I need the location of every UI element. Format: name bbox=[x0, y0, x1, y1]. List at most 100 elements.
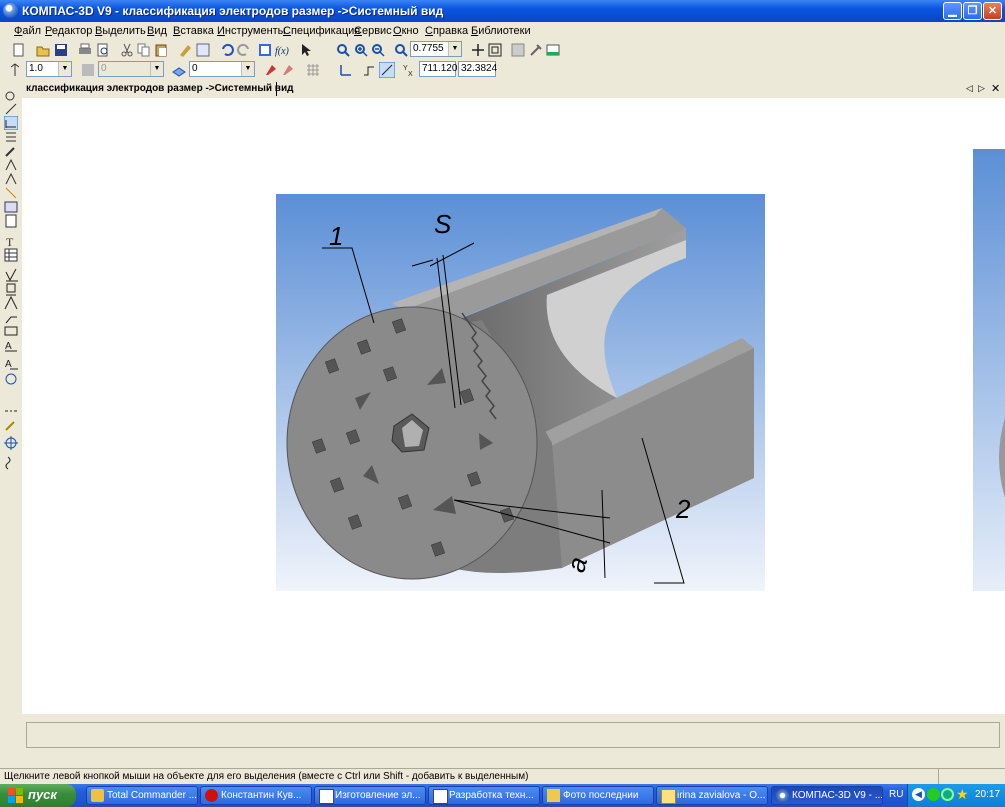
table-icon[interactable] bbox=[4, 248, 18, 262]
wave-line-icon[interactable] bbox=[4, 456, 18, 470]
menu-insert[interactable]: Вставка bbox=[173, 25, 214, 37]
print-icon[interactable] bbox=[78, 43, 92, 57]
panel-icon[interactable] bbox=[546, 43, 560, 57]
properties-icon[interactable] bbox=[178, 43, 192, 57]
taskbar-item-doc1[interactable]: Изготовление эл... bbox=[314, 786, 426, 805]
redo-icon[interactable] bbox=[237, 43, 251, 57]
snap-magnet-icon[interactable] bbox=[264, 63, 278, 77]
zoom-in-icon[interactable] bbox=[336, 43, 350, 57]
step-field[interactable]: 1.0 ▼ bbox=[26, 61, 72, 77]
minimize-button[interactable]: ▁ bbox=[943, 2, 962, 20]
snap-local-icon[interactable] bbox=[281, 63, 295, 77]
taskbar-item-total-commander[interactable]: Total Commander ... bbox=[86, 786, 198, 805]
grid-icon[interactable] bbox=[306, 63, 320, 77]
layer-field[interactable]: 0 ▼ bbox=[189, 61, 255, 77]
kompas-app-icon[interactable] bbox=[3, 3, 18, 18]
taskbar-item-mail[interactable]: irina zavialova - О... bbox=[656, 786, 768, 805]
zoom-scale-icon[interactable] bbox=[394, 43, 408, 57]
print-preview-icon[interactable] bbox=[96, 43, 110, 57]
parametrization-icon[interactable] bbox=[4, 158, 18, 172]
help-pointer-icon[interactable] bbox=[300, 43, 314, 57]
tab-scroll-left-icon[interactable]: ◁ bbox=[966, 83, 973, 94]
menu-specification[interactable]: Спецификация bbox=[283, 25, 360, 37]
manager-icon[interactable] bbox=[258, 43, 272, 57]
spec-icon[interactable] bbox=[4, 200, 18, 214]
taskbar-item-opera[interactable]: Константин Кув... bbox=[200, 786, 312, 805]
paste-icon[interactable] bbox=[154, 43, 168, 57]
position-leader-icon[interactable] bbox=[4, 310, 18, 324]
grid-view-icon[interactable] bbox=[511, 43, 525, 57]
properties-strip[interactable] bbox=[26, 722, 1000, 748]
tolerance-icon[interactable] bbox=[4, 324, 18, 338]
undo-icon[interactable] bbox=[220, 43, 234, 57]
maximize-button[interactable]: ❐ bbox=[963, 2, 982, 20]
local-cs-icon[interactable] bbox=[338, 63, 352, 77]
menu-tools[interactable]: Инструменты bbox=[217, 25, 286, 37]
chevron-down-icon[interactable]: ▼ bbox=[448, 42, 461, 56]
tab-close-icon[interactable]: ✕ bbox=[991, 82, 1000, 95]
open-folder-icon[interactable] bbox=[36, 43, 50, 57]
dimensions-icon[interactable] bbox=[4, 116, 18, 130]
axis-icon[interactable] bbox=[4, 404, 18, 418]
selection-icon[interactable] bbox=[4, 186, 18, 200]
document-tab[interactable]: классификация электродов размер ->Систем… bbox=[26, 83, 293, 94]
save-icon[interactable] bbox=[54, 43, 68, 57]
menu-select[interactable]: Выделить bbox=[95, 25, 146, 37]
ortho-icon[interactable] bbox=[362, 63, 376, 77]
tray-star-icon[interactable]: ★ bbox=[956, 786, 969, 803]
copy-icon[interactable] bbox=[137, 43, 151, 57]
menu-window[interactable]: Окно bbox=[393, 25, 419, 37]
step-icon[interactable] bbox=[8, 63, 22, 77]
cut-line-icon[interactable] bbox=[4, 372, 18, 386]
language-indicator[interactable]: RU bbox=[889, 789, 903, 800]
taskbar-item-folder[interactable]: Фото последнии bbox=[542, 786, 654, 805]
tools-icon[interactable] bbox=[529, 43, 543, 57]
edit-icon[interactable] bbox=[4, 144, 18, 158]
layer-icon[interactable] bbox=[172, 63, 186, 77]
text-align-icon[interactable]: A bbox=[4, 338, 18, 352]
point-icon[interactable] bbox=[4, 102, 18, 116]
view-arrow-icon[interactable] bbox=[4, 418, 18, 432]
menu-service[interactable]: Сервис bbox=[354, 25, 392, 37]
taskbar-item-doc2[interactable]: Разработка техн... bbox=[428, 786, 540, 805]
geometry-icon[interactable] bbox=[4, 88, 18, 102]
chevron-down-icon[interactable]: ▼ bbox=[58, 62, 71, 76]
chevron-down-icon[interactable]: ▼ bbox=[241, 62, 254, 76]
coord-y-field[interactable]: 32.3824 bbox=[458, 61, 497, 77]
roughness-icon[interactable] bbox=[4, 268, 18, 282]
coord-x-field[interactable]: 711.120 bbox=[419, 61, 457, 77]
menu-file[interactable]: Файл bbox=[14, 25, 41, 37]
drawing-canvas[interactable]: 1 S 2 a bbox=[22, 98, 1005, 714]
text-style-icon[interactable]: A bbox=[4, 356, 18, 370]
tray-network-icon[interactable] bbox=[941, 788, 954, 801]
tray-app-icon[interactable] bbox=[927, 788, 940, 801]
tree-icon[interactable] bbox=[196, 43, 210, 57]
function-icon[interactable]: f(x) bbox=[275, 43, 289, 57]
chevron-down-icon[interactable]: ▼ bbox=[150, 62, 163, 76]
center-mark-icon[interactable] bbox=[4, 436, 18, 450]
measure-icon[interactable] bbox=[4, 172, 18, 186]
base-icon[interactable] bbox=[4, 282, 18, 296]
symbols-icon[interactable] bbox=[4, 130, 18, 144]
leader-icon[interactable] bbox=[4, 296, 18, 310]
start-button[interactable]: пуск bbox=[0, 784, 76, 807]
pan-icon[interactable] bbox=[471, 43, 485, 57]
menu-edit[interactable]: Редактор bbox=[45, 25, 92, 37]
new-file-icon[interactable] bbox=[12, 43, 26, 57]
close-button[interactable]: ✕ bbox=[983, 2, 1002, 20]
tab-scroll-right-icon[interactable]: ▷ bbox=[978, 83, 985, 94]
text-icon[interactable]: T bbox=[4, 234, 18, 248]
style-field[interactable]: 0 ▼ bbox=[98, 61, 164, 77]
tray-expand-icon[interactable]: ◀ bbox=[912, 788, 925, 801]
zoom-all-icon[interactable] bbox=[488, 43, 502, 57]
zoom-field[interactable]: 0.7755 ▼ bbox=[410, 41, 462, 57]
menu-libraries[interactable]: Библиотеки bbox=[471, 25, 531, 37]
zoom-out-icon[interactable] bbox=[371, 43, 385, 57]
round-icon[interactable] bbox=[379, 62, 395, 78]
reports-icon[interactable] bbox=[4, 214, 18, 228]
menu-help[interactable]: Справка bbox=[425, 25, 468, 37]
zoom-in-plus-icon[interactable] bbox=[354, 43, 368, 57]
cut-icon[interactable] bbox=[120, 43, 134, 57]
taskbar-item-kompas[interactable]: КОМПАС-3D V9 - ... bbox=[771, 786, 883, 805]
menu-view[interactable]: Вид bbox=[147, 25, 167, 37]
